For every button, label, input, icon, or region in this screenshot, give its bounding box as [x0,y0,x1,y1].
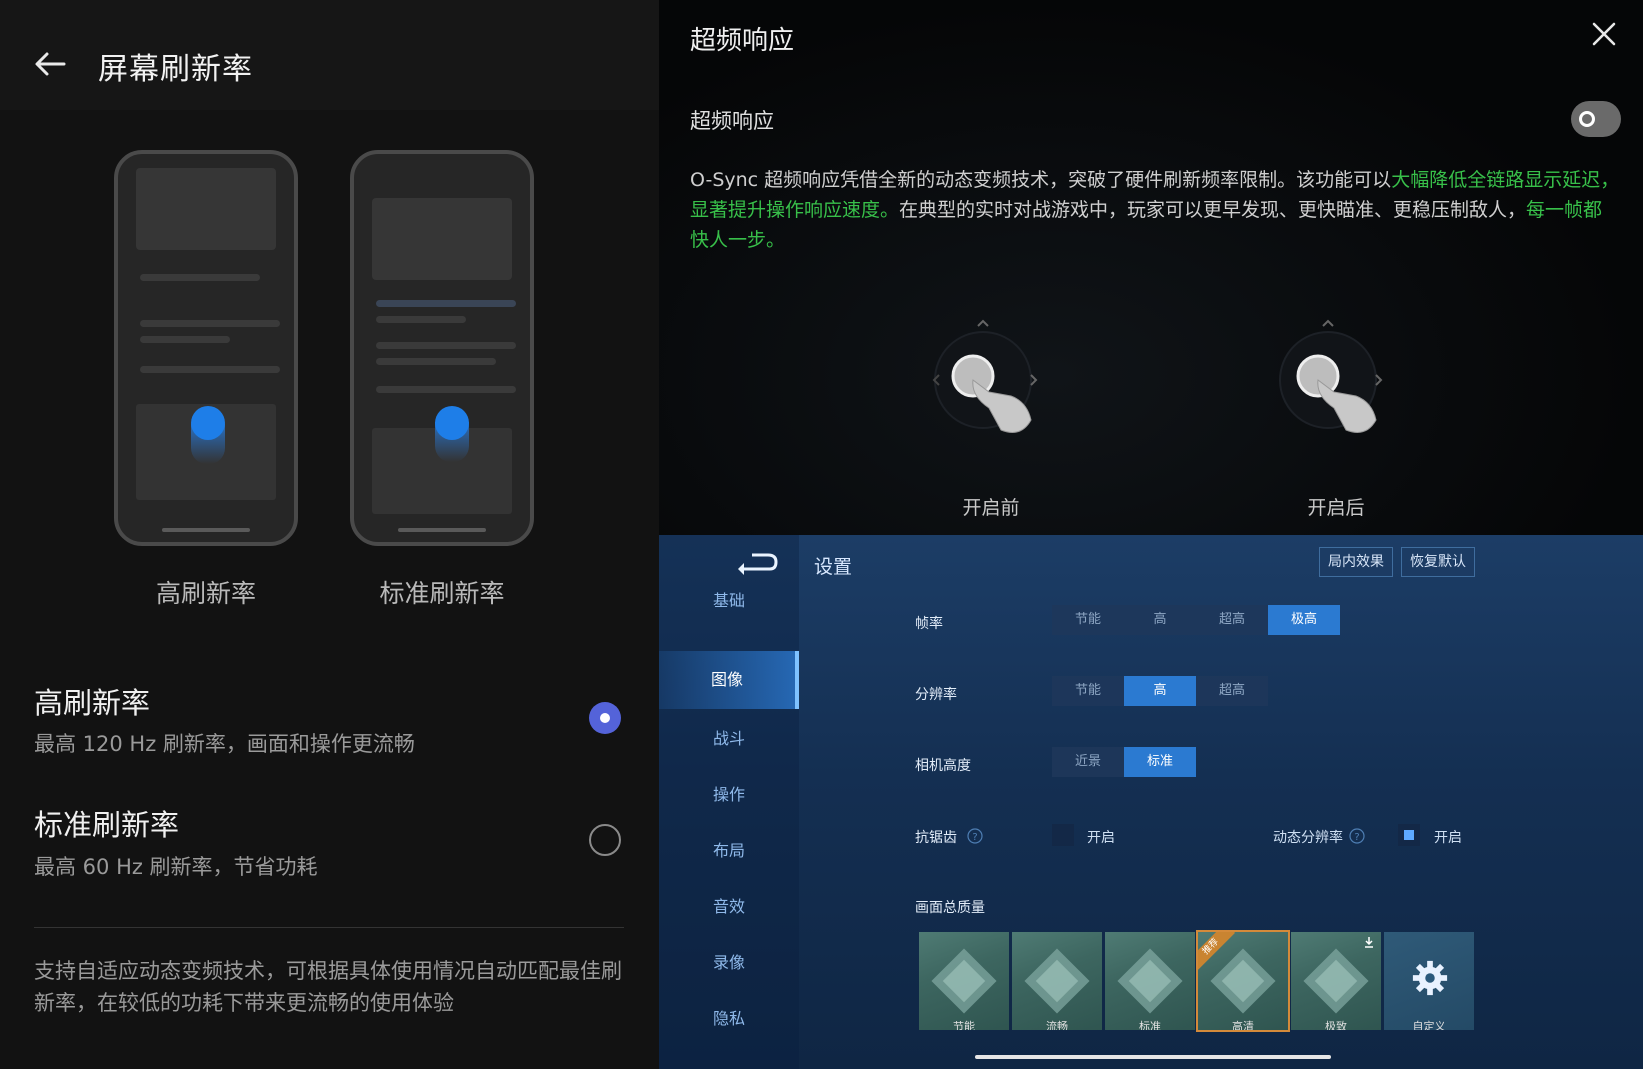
resolution-label: 分辨率 [915,687,957,703]
home-indicator [975,1055,1331,1059]
fps-option-extreme[interactable]: 极高 [1268,605,1340,635]
option-desc: 最高 120 Hz 刷新率，画面和操作更流畅 [34,732,415,756]
fps-option-eco[interactable]: 节能 [1052,605,1124,635]
help-icon[interactable]: ? [967,828,983,844]
joystick-before-icon [932,319,1038,433]
antialias-label: 抗锯齿 [915,830,957,846]
option-title: 高刷新率 [34,686,151,720]
game-settings: 设置 局内效果 恢复默认 基础 图像 战斗 操作 布局 音效 录像 隐私 帧率 … [659,535,1643,1069]
after-label: 开启后 [1307,497,1365,519]
antialias-checkbox[interactable] [1052,824,1074,846]
panel-title: 超频响应 [690,26,795,56]
refresh-rate-screen: 屏幕刷新率 高刷新率 标准刷新率 高刷新率 最高 120 Hz 刷新率，画面和操… [0,0,659,1069]
osync-description: O-Sync 超频响应凭借全新的动态变频技术，突破了硬件刷新频率限制。该功能可以… [690,169,1620,251]
camera-option-standard[interactable]: 标准 [1124,747,1196,777]
sidebar-item-basic[interactable]: 基础 [659,587,799,611]
top-bar: 屏幕刷新率 [0,0,659,110]
divider [34,927,624,928]
sidebar-item-replay[interactable]: 录像 [659,949,799,973]
radio-high-refresh[interactable] [589,702,621,734]
sidebar-item-control[interactable]: 操作 [659,781,799,805]
quality-preset-hd[interactable]: 推荐 高清 [1196,930,1290,1032]
footnote: 支持自适应动态变频技术，可根据具体使用情况自动匹配最佳刷新率，在较低的功耗下带来… [34,959,622,1015]
svg-text:?: ? [1354,832,1359,843]
phone-label-high: 高刷新率 [155,579,256,608]
back-icon[interactable] [734,547,778,577]
osync-toggle[interactable] [1571,101,1621,137]
antialias-check-label: 开启 [1087,830,1115,846]
fps-label: 帧率 [915,616,943,632]
option-title: 标准刷新率 [34,808,180,842]
toggle-label: 超频响应 [690,109,774,133]
sidebar-item-sound[interactable]: 音效 [659,893,799,917]
page-title: 屏幕刷新率 [98,52,253,87]
dynamic-resolution-check-label: 开启 [1434,830,1462,846]
sidebar-item-privacy[interactable]: 隐私 [659,1005,799,1029]
close-icon[interactable] [1590,20,1618,48]
download-icon [1365,937,1373,948]
in-game-effect-button[interactable]: 局内效果 [1319,547,1393,577]
touch-dot [191,406,225,440]
sidebar-item-image[interactable]: 图像 [659,651,799,709]
dynamic-resolution-label: 动态分辨率 [1273,830,1343,846]
osync-panel: 超频响应 超频响应 O-Sync 超频响应凭借全新的动态变频技术，突破了硬件刷新… [659,0,1643,535]
joystick-after-icon [1279,319,1383,433]
fps-option-high[interactable]: 高 [1124,605,1196,635]
quality-preset-standard[interactable]: 标准 [1105,932,1195,1030]
gear-icon [1412,960,1448,996]
reset-default-button[interactable]: 恢复默认 [1401,547,1475,577]
option-desc: 最高 60 Hz 刷新率，节省功耗 [34,855,318,879]
fps-option-ultra[interactable]: 超高 [1196,605,1268,635]
back-arrow-icon[interactable] [30,44,70,84]
quality-preset-ultimate[interactable]: 极致 [1291,932,1381,1030]
camera-option-near[interactable]: 近景 [1052,747,1124,777]
quality-preset-eco[interactable]: 节能 [919,932,1009,1030]
svg-text:?: ? [972,832,977,843]
quality-preset-custom[interactable]: 自定义 [1384,932,1474,1030]
before-label: 开启前 [962,497,1020,519]
phone-label-standard: 标准刷新率 [379,579,505,608]
dynamic-resolution-checkbox[interactable] [1398,824,1420,846]
touch-dot [435,406,469,440]
sidebar-item-combat[interactable]: 战斗 [659,725,799,749]
resolution-option-ultra[interactable]: 超高 [1196,676,1268,706]
quality-preset-smooth[interactable]: 流畅 [1012,932,1102,1030]
radio-standard-refresh[interactable] [589,824,621,856]
sidebar-item-layout[interactable]: 布局 [659,837,799,861]
settings-title: 设置 [814,556,853,578]
camera-height-label: 相机高度 [915,758,971,774]
phone-illustration-high [114,150,298,546]
resolution-option-high[interactable]: 高 [1124,676,1196,706]
quality-label: 画面总质量 [915,900,985,916]
phone-illustration-standard [350,150,534,546]
help-icon[interactable]: ? [1349,828,1365,844]
resolution-option-eco[interactable]: 节能 [1052,676,1124,706]
